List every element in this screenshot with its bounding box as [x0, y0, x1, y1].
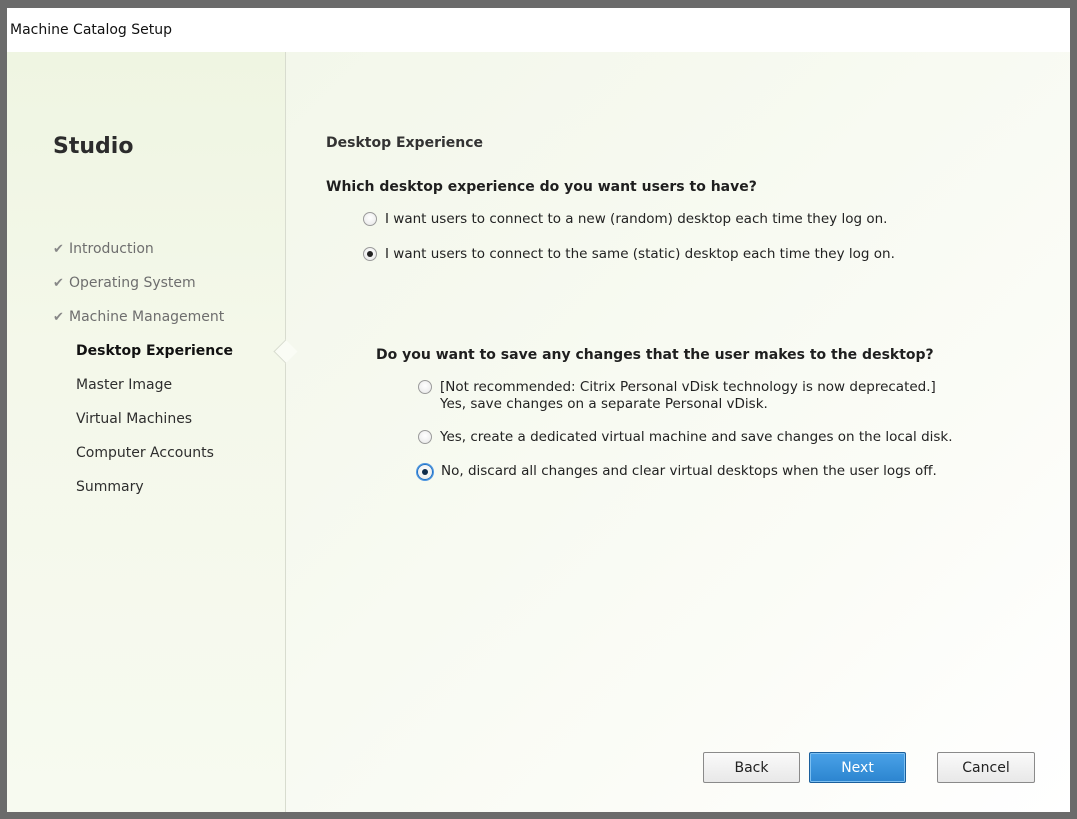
- radio-button[interactable]: [363, 212, 377, 226]
- wizard-content: Studio ✔ Introduction ✔ Operating System ✔…: [7, 52, 1070, 812]
- window-title: Machine Catalog Setup: [10, 22, 173, 38]
- radio-label-line1: [Not recommended: Citrix Personal vDisk …: [440, 379, 936, 395]
- step-label: Operating System: [69, 275, 196, 291]
- step-desktop-experience[interactable]: Desktop Experience: [53, 334, 233, 368]
- app-name: Studio: [53, 134, 134, 159]
- title-bar: Machine Catalog Setup: [7, 8, 1070, 52]
- checkmark-icon: ✔: [53, 276, 64, 291]
- radio-button[interactable]: [418, 430, 432, 444]
- radio-label: No, discard all changes and clear virtua…: [441, 463, 937, 479]
- radio-label: Yes, create a dedicated virtual machine …: [440, 429, 953, 445]
- checkmark-icon: ✔: [53, 310, 64, 325]
- step-label: Summary: [76, 479, 144, 495]
- step-machine-management[interactable]: ✔ Machine Management: [53, 300, 233, 334]
- next-button[interactable]: Next: [809, 752, 906, 783]
- radio-dedicated-vm[interactable]: Yes, create a dedicated virtual machine …: [418, 429, 953, 446]
- radio-label: I want users to connect to a new (random…: [385, 211, 888, 227]
- radio-personal-vdisk[interactable]: [Not recommended: Citrix Personal vDisk …: [418, 379, 936, 413]
- radio-random-desktop[interactable]: I want users to connect to a new (random…: [363, 211, 887, 228]
- step-label: Introduction: [69, 241, 154, 257]
- radio-button[interactable]: [417, 464, 433, 480]
- step-label: Master Image: [76, 377, 173, 393]
- step-master-image: Master Image: [53, 368, 233, 402]
- step-summary: Summary: [53, 470, 233, 504]
- main-panel: Desktop Experience Which desktop experie…: [326, 52, 1070, 812]
- step-label: Computer Accounts: [76, 445, 214, 461]
- save-changes-question: Do you want to save any changes that the…: [376, 347, 934, 363]
- cancel-button[interactable]: Cancel: [937, 752, 1035, 783]
- step-operating-system[interactable]: ✔ Operating System: [53, 266, 233, 300]
- radio-label: [Not recommended: Citrix Personal vDisk …: [440, 379, 936, 413]
- step-label: Machine Management: [69, 309, 225, 325]
- wizard-steps: ✔ Introduction ✔ Operating System ✔ Machine…: [53, 232, 233, 504]
- radio-label: I want users to connect to the same (sta…: [385, 246, 895, 262]
- step-computer-accounts: Computer Accounts: [53, 436, 233, 470]
- step-introduction[interactable]: ✔ Introduction: [53, 232, 233, 266]
- radio-discard-changes[interactable]: No, discard all changes and clear virtua…: [417, 463, 937, 480]
- back-button[interactable]: Back: [703, 752, 800, 783]
- radio-button[interactable]: [363, 247, 377, 261]
- wizard-sidebar: Studio ✔ Introduction ✔ Operating System ✔…: [7, 52, 286, 812]
- radio-static-desktop[interactable]: I want users to connect to the same (sta…: [363, 246, 895, 263]
- checkmark-icon: ✔: [53, 242, 64, 257]
- desktop-experience-question: Which desktop experience do you want use…: [326, 179, 757, 195]
- radio-label-line2: Yes, save changes on a separate Personal…: [440, 396, 768, 412]
- page-title: Desktop Experience: [326, 135, 484, 151]
- step-label: Desktop Experience: [76, 343, 234, 359]
- radio-button[interactable]: [418, 380, 432, 394]
- step-virtual-machines: Virtual Machines: [53, 402, 233, 436]
- machine-catalog-setup-window: Machine Catalog Setup Studio ✔ Introducti…: [0, 0, 1077, 819]
- step-label: Virtual Machines: [76, 411, 193, 427]
